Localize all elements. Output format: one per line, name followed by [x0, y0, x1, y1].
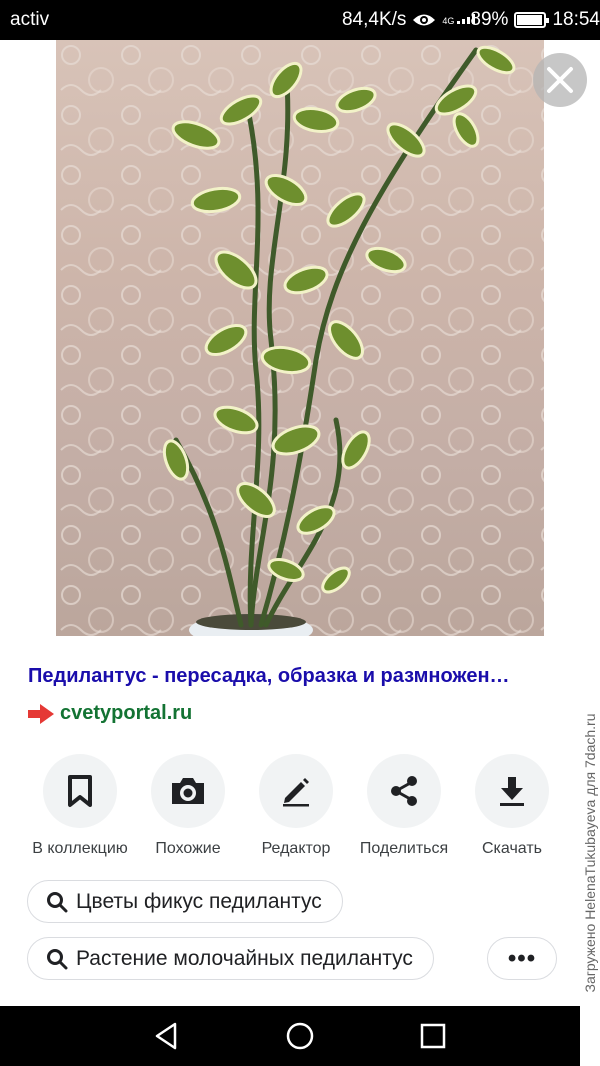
bookmark-icon — [68, 775, 92, 807]
camera-icon — [172, 778, 204, 804]
battery-fill — [517, 15, 543, 25]
share-button[interactable]: Поделиться — [350, 754, 458, 858]
result-title-link[interactable]: Педилантус - пересадка, образка и размно… — [28, 665, 573, 688]
action-circle — [367, 754, 441, 828]
action-label: Редактор — [261, 840, 331, 857]
editor-button[interactable]: Редактор — [242, 754, 350, 858]
action-label: Скачать — [482, 840, 542, 857]
navigation-bar — [0, 1006, 580, 1066]
action-circle — [475, 754, 549, 828]
search-icon — [47, 948, 68, 969]
recents-icon[interactable] — [417, 1020, 449, 1052]
eye-icon — [413, 14, 436, 26]
share-icon — [391, 776, 417, 806]
related-search-chip[interactable]: Растение молочайных педилантус — [27, 937, 434, 980]
pencil-icon — [283, 778, 309, 807]
network-type: 4G — [442, 16, 455, 26]
action-circle — [43, 754, 117, 828]
action-label: Похожие — [155, 840, 221, 857]
status-icons: 84,4K/s 4G 89% 18:54 — [336, 9, 600, 31]
plant-photo[interactable] — [56, 40, 544, 636]
watermark-text: Загружено HelenaTukubayeva для 7dach.ru — [582, 713, 598, 993]
action-label: В коллекцию — [32, 840, 128, 857]
action-circle — [259, 754, 333, 828]
action-circle — [151, 754, 225, 828]
chip-label: Цветы фикус педилантус — [76, 889, 322, 913]
source-domain: cvetyportal.ru — [60, 702, 193, 724]
signal-icon: 4G — [442, 14, 475, 26]
source-arrow-icon — [28, 703, 54, 724]
image-viewer[interactable] — [0, 40, 587, 636]
watermark: Загружено HelenaTukubayeva для 7dach.ru — [580, 640, 600, 1066]
status-bar: activ 84,4K/s 4G 89% 18:54 — [0, 0, 600, 40]
home-icon[interactable] — [284, 1020, 316, 1052]
carrier-label: activ — [10, 9, 50, 30]
action-label: Поделиться — [359, 840, 449, 857]
close-button[interactable] — [533, 53, 587, 107]
back-icon[interactable] — [150, 1020, 182, 1052]
add-to-collection-button[interactable]: В коллекцию — [26, 754, 134, 858]
download-button[interactable]: Скачать — [458, 754, 566, 858]
chip-label: Растение молочайных педилантус — [76, 946, 413, 970]
action-bar: В коллекцию Похожие Редактор Поделиться … — [26, 754, 566, 858]
download-icon — [500, 777, 524, 806]
source-link[interactable]: cvetyportal.ru — [28, 702, 192, 725]
battery-percent: 89% — [470, 9, 509, 30]
similar-button[interactable]: Похожие — [134, 754, 242, 858]
clock: 18:54 — [552, 9, 600, 30]
related-search-chip[interactable]: Цветы фикус педилантус — [27, 880, 343, 923]
network-speed: 84,4K/s — [341, 9, 407, 30]
search-icon — [47, 891, 68, 912]
close-icon — [547, 67, 573, 93]
more-button[interactable]: ••• — [487, 937, 557, 980]
battery-icon — [514, 12, 550, 28]
